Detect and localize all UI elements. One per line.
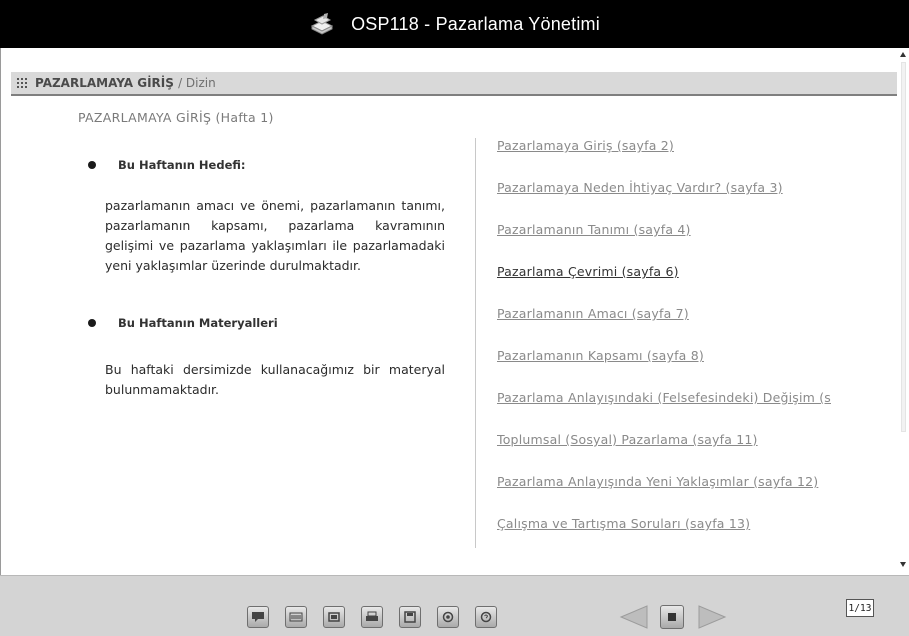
footer-toolbar: 1/13 — [0, 575, 909, 636]
save-button[interactable] — [399, 606, 421, 628]
materials-heading-label: Bu Haftanın Materyalleri — [118, 316, 278, 330]
audio-icon — [442, 611, 454, 623]
help-icon — [480, 611, 492, 623]
week-title: PAZARLAMAYA GİRİŞ (Hafta 1) — [78, 110, 274, 125]
print-icon — [366, 611, 378, 621]
scroll-up-icon[interactable] — [900, 52, 906, 57]
section-title-main: PAZARLAMAYA GİRİŞ — [35, 76, 174, 90]
arrow-left-icon[interactable] — [619, 604, 649, 630]
section-title: PAZARLAMAYA GİRİŞ / Dizin — [35, 76, 216, 90]
toc-link[interactable]: Pazarlama Anlayışındaki (Felsefesindeki)… — [497, 390, 897, 432]
toc-link-active[interactable]: Pazarlama Çevrimi (sayfa 6) — [497, 264, 897, 306]
toc-link[interactable]: Pazarlamaya Giriş (sayfa 2) — [497, 138, 897, 180]
section-subtitle: / Dizin — [178, 76, 216, 90]
scroll-thumb[interactable] — [901, 62, 906, 432]
print-button[interactable] — [361, 606, 383, 628]
keyboard-icon — [289, 612, 303, 622]
save-icon — [404, 611, 416, 623]
toc-link[interactable]: Pazarlamanın Tanımı (sayfa 4) — [497, 222, 897, 264]
grid-icon — [17, 78, 27, 88]
keyboard-button[interactable] — [285, 606, 307, 628]
vertical-scrollbar[interactable] — [898, 48, 909, 575]
bullet-icon — [88, 161, 96, 169]
materials-text: Bu haftaki dersimizde kullanacağımız bir… — [105, 362, 445, 397]
page-counter: 1/13 — [846, 599, 874, 617]
goal-heading-label: Bu Haftanın Hedefi: — [118, 158, 246, 172]
toc-link[interactable]: Pazarlamanın Kapsamı (sayfa 8) — [497, 348, 897, 390]
section-header: PAZARLAMAYA GİRİŞ / Dizin — [11, 72, 897, 96]
title-bar: OSP118 - Pazarlama Yönetimi — [0, 0, 909, 48]
bullet-icon — [88, 319, 96, 327]
window-title: OSP118 - Pazarlama Yönetimi — [351, 13, 600, 34]
audio-button[interactable] — [437, 606, 459, 628]
goal-heading: Bu Haftanın Hedefi: — [88, 158, 246, 172]
comment-button[interactable] — [247, 606, 269, 628]
toc-link[interactable]: Toplumsal (Sosyal) Pazarlama (sayfa 11) — [497, 432, 897, 474]
book-stack-icon — [309, 11, 335, 37]
home-button[interactable] — [660, 605, 684, 629]
toc-link[interactable]: Çalışma ve Tartışma Soruları (sayfa 13) — [497, 516, 897, 558]
comment-icon — [252, 612, 264, 622]
window-button[interactable] — [323, 606, 345, 628]
toc-link[interactable]: Pazarlamaya Neden İhtiyaç Vardır? (sayfa… — [497, 180, 897, 222]
home-icon — [668, 613, 676, 621]
arrow-right-icon[interactable] — [697, 604, 727, 630]
week-intro: PAZARLAMAYA GİRİŞ (Hafta 1) Bu Haftanın … — [78, 110, 448, 397]
help-button[interactable] — [475, 606, 497, 628]
materials-heading: Bu Haftanın Materyalleri — [88, 316, 278, 330]
toc-link[interactable]: Pazarlamanın Amacı (sayfa 7) — [497, 306, 897, 348]
column-divider — [475, 138, 476, 548]
toc-link[interactable]: Pazarlama Anlayışında Yeni Yaklaşımlar (… — [497, 474, 897, 516]
goal-text: pazarlamanın amacı ve önemi, pazarlamanı… — [105, 198, 445, 273]
toc-list: Pazarlamaya Giriş (sayfa 2) Pazarlamaya … — [497, 138, 897, 558]
window-icon — [328, 612, 340, 622]
scroll-down-icon[interactable] — [900, 562, 906, 567]
